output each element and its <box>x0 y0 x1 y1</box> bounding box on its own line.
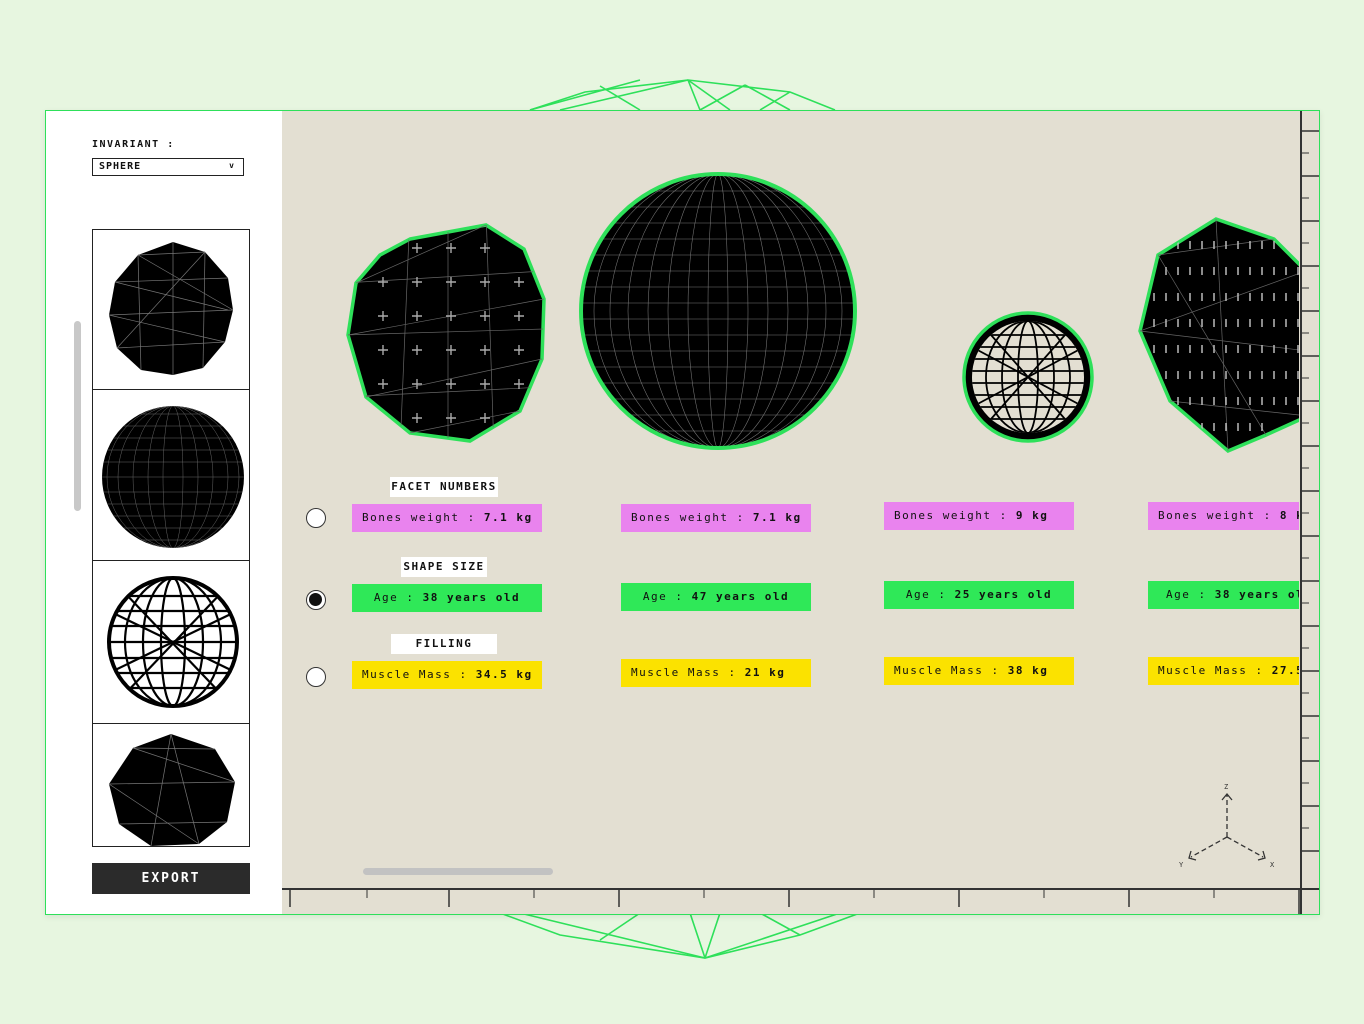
thumbnail-low-poly-sphere[interactable] <box>93 230 249 390</box>
section-shape-size: SHAPE SIZE <box>401 557 487 577</box>
radio-filling[interactable] <box>306 667 326 687</box>
radio-facet-numbers[interactable] <box>306 508 326 528</box>
axis-z-label: Z <box>1224 783 1228 791</box>
bones-weight-tag: Bones weight : 9 kg <box>884 502 1074 530</box>
canvas-horizontal-scrollbar[interactable] <box>363 868 553 875</box>
radio-shape-size[interactable] <box>306 590 326 610</box>
low-poly-sphere-icon <box>108 242 234 375</box>
muscle-mass-tag: Muscle Mass : 21 kg <box>621 659 811 687</box>
shape-open-lattice-sphere[interactable] <box>959 307 1097 447</box>
shape-low-poly-sphere[interactable] <box>344 211 548 445</box>
shape-dense-wire-sphere[interactable] <box>578 169 858 453</box>
bones-weight-tag: Bones weight : 7.1 kg <box>352 504 542 532</box>
open-lattice-sphere-icon <box>107 576 239 708</box>
thumbnail-dense-wire-sphere[interactable] <box>93 390 249 561</box>
muscle-mass-tag: Muscle Mass : 38 kg <box>884 657 1074 685</box>
invariant-select-value: SPHERE <box>99 161 142 172</box>
bones-weight-tag: Bones weight : 7.1 kg <box>621 504 811 532</box>
dense-wire-sphere-icon <box>102 406 244 548</box>
axis-x-label: X <box>1270 861 1275 869</box>
section-facet-numbers: FACET NUMBERS <box>390 477 498 497</box>
chevron-down-icon: v <box>229 161 235 170</box>
low-poly-polyhedron-icon <box>108 733 236 846</box>
age-tag: Age : 25 years old <box>884 581 1074 609</box>
age-tag: Age : 47 years old <box>621 583 811 611</box>
muscle-mass-tag: Muscle Mass : 27.5 <box>1148 657 1299 685</box>
bones-weight-tag: Bones weight : 8 kg <box>1148 502 1299 530</box>
export-button[interactable]: EXPORT <box>92 863 250 894</box>
shape-low-poly-polyhedron[interactable] <box>1136 211 1299 455</box>
horizontal-ruler <box>282 888 1319 914</box>
thumbnail-open-lattice-sphere[interactable] <box>93 561 249 724</box>
sidebar-scrollbar[interactable] <box>74 321 81 511</box>
canvas-area: FACET NUMBERS SHAPE SIZE FILLING Bones w… <box>282 111 1319 914</box>
section-filling: FILLING <box>391 634 497 654</box>
thumbnail-list <box>92 229 250 847</box>
app-window: INVARIANT : SPHERE v EXPORT FACET NUMBER… <box>45 110 1320 915</box>
thumbnail-low-poly-polyhedron[interactable] <box>93 724 249 846</box>
vertical-ruler <box>1300 111 1319 914</box>
axes-gizmo-icon: Z Y X <box>1179 783 1275 869</box>
axis-y-label: Y <box>1179 861 1184 869</box>
age-tag: Age : 38 years old <box>352 584 542 612</box>
sidebar: INVARIANT : SPHERE v EXPORT <box>46 111 282 914</box>
invariant-select[interactable]: SPHERE v <box>92 158 244 176</box>
invariant-label: INVARIANT : <box>92 139 175 150</box>
muscle-mass-tag: Muscle Mass : 34.5 kg <box>352 661 542 689</box>
age-tag: Age : 38 years old <box>1148 581 1299 609</box>
